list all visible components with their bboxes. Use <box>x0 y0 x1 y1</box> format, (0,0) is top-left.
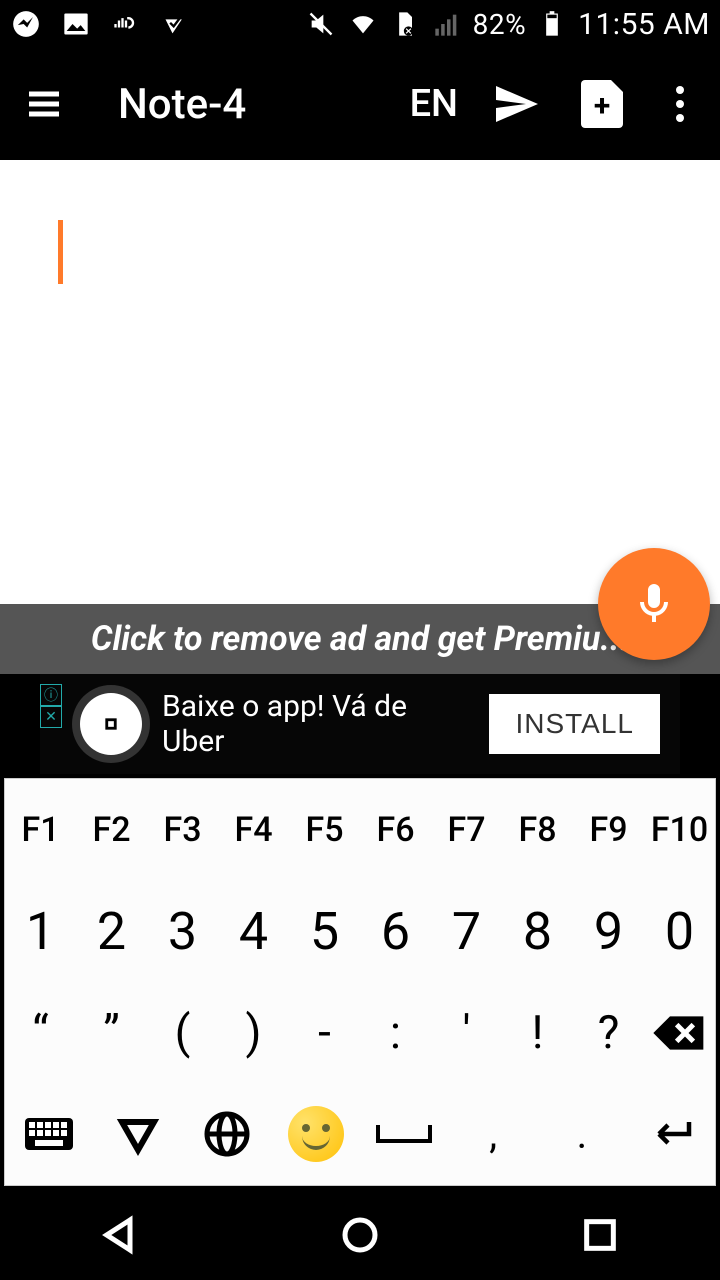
new-file-button[interactable]: + <box>574 76 630 132</box>
ad-install-button[interactable]: INSTALL <box>489 694 660 754</box>
key-question[interactable]: ? <box>573 982 644 1084</box>
key-backspace[interactable] <box>644 982 715 1084</box>
status-left <box>10 8 192 40</box>
key-1[interactable]: 1 <box>5 881 76 983</box>
key-close-paren[interactable]: ) <box>218 982 289 1084</box>
key-open-paren[interactable]: ( <box>147 982 218 1084</box>
key-dash[interactable]: - <box>289 982 360 1084</box>
key-f9[interactable]: F9 <box>573 779 644 881</box>
ad-banner[interactable]: ⓘ✕ Baixe o app! Vá de Uber INSTALL <box>40 674 680 774</box>
text-caret <box>58 220 63 284</box>
screen-root: 82% 11:55 AM Note-4 EN + Click to remove… <box>0 0 720 1280</box>
mute-icon <box>305 8 337 40</box>
battery-percent: 82% <box>473 8 526 41</box>
key-f10[interactable]: F10 <box>644 779 715 881</box>
emoji-icon <box>288 1106 344 1162</box>
key-close-quote[interactable]: ” <box>76 982 147 1084</box>
key-f7[interactable]: F7 <box>431 779 502 881</box>
new-file-icon: + <box>581 80 623 128</box>
kb-row-function: F1 F2 F3 F4 F5 F6 F7 F8 F9 F10 <box>5 779 715 881</box>
keyboard: F1 F2 F3 F4 F5 F6 F7 F8 F9 F10 1 2 3 4 5… <box>4 778 716 1186</box>
wifi-icon <box>347 8 379 40</box>
kb-row-numbers: 1 2 3 4 5 6 7 8 9 0 <box>5 881 715 983</box>
nav-recent-button[interactable] <box>570 1205 630 1265</box>
image-icon <box>60 8 92 40</box>
key-8[interactable]: 8 <box>502 881 573 983</box>
menu-button[interactable] <box>20 80 68 128</box>
uber-logo-icon <box>80 693 142 755</box>
key-comma[interactable]: , <box>449 1084 538 1186</box>
status-right: 82% 11:55 AM <box>305 7 710 42</box>
key-f6[interactable]: F6 <box>360 779 431 881</box>
ad-info-badge[interactable]: ⓘ✕ <box>40 684 62 728</box>
key-apostrophe[interactable]: ' <box>431 982 502 1084</box>
language-toggle[interactable]: EN <box>410 82 458 126</box>
clock: 11:55 AM <box>578 7 710 42</box>
key-f8[interactable]: F8 <box>502 779 573 881</box>
key-4[interactable]: 4 <box>218 881 289 983</box>
key-space[interactable] <box>360 1084 449 1186</box>
key-period[interactable]: . <box>538 1084 627 1186</box>
key-f4[interactable]: F4 <box>218 779 289 881</box>
kb-row-symbols: “ ” ( ) - : ' ! ? <box>5 982 715 1084</box>
key-exclaim[interactable]: ! <box>502 982 573 1084</box>
key-2[interactable]: 2 <box>76 881 147 983</box>
voice-input-fab[interactable] <box>598 548 710 660</box>
key-7[interactable]: 7 <box>431 881 502 983</box>
key-f5[interactable]: F5 <box>289 779 360 881</box>
soundcloud-icon <box>110 8 142 40</box>
signal-icon <box>431 8 463 40</box>
key-enter[interactable] <box>626 1084 715 1186</box>
key-f3[interactable]: F3 <box>147 779 218 881</box>
premium-banner-text: Click to remove ad and get Premiu... <box>91 619 629 659</box>
key-3[interactable]: 3 <box>147 881 218 983</box>
key-f1[interactable]: F1 <box>5 779 76 881</box>
send-button[interactable] <box>488 76 544 132</box>
sim-icon <box>389 8 421 40</box>
nav-home-button[interactable] <box>330 1205 390 1265</box>
app-bar: Note-4 EN + <box>0 48 720 160</box>
nav-back-button[interactable] <box>90 1205 150 1265</box>
battery-icon <box>536 8 568 40</box>
key-colon[interactable]: : <box>360 982 431 1084</box>
note-editor[interactable] <box>0 160 720 604</box>
key-emoji[interactable] <box>271 1084 360 1186</box>
key-open-quote[interactable]: “ <box>5 982 76 1084</box>
page-title: Note-4 <box>98 80 380 129</box>
key-f2[interactable]: F2 <box>76 779 147 881</box>
key-keyboard-toggle[interactable] <box>5 1084 94 1186</box>
kb-row-control: , . <box>5 1084 715 1186</box>
checkmark-icon <box>160 8 192 40</box>
messenger-icon <box>10 8 42 40</box>
key-5[interactable]: 5 <box>289 881 360 983</box>
status-bar: 82% 11:55 AM <box>0 0 720 48</box>
space-icon <box>376 1125 432 1143</box>
key-0[interactable]: 0 <box>644 881 715 983</box>
key-language[interactable] <box>183 1084 272 1186</box>
system-nav-bar <box>0 1190 720 1280</box>
ad-text: Baixe o app! Vá de Uber <box>162 689 469 759</box>
key-9[interactable]: 9 <box>573 881 644 983</box>
key-6[interactable]: 6 <box>360 881 431 983</box>
key-hide-keyboard[interactable] <box>94 1084 183 1186</box>
overflow-menu-button[interactable] <box>660 86 700 122</box>
